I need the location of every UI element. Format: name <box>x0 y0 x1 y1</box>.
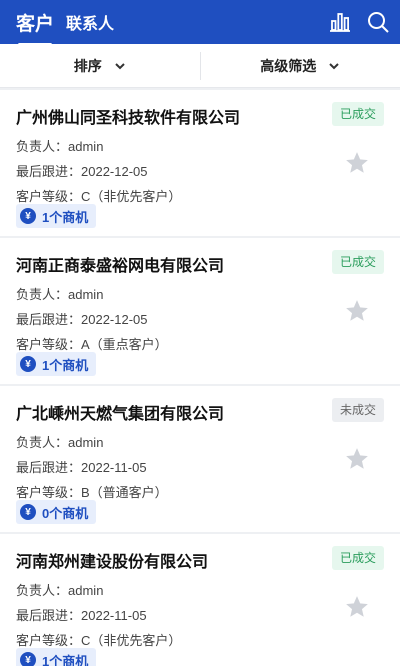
level-label: 客户等级： <box>16 189 82 204</box>
last-follow-line: 最后跟进：2022-12-05 <box>16 161 148 180</box>
customer-card[interactable]: 广北嵊州天燃气集团有限公司 未成交 负责人：admin 最后跟进：2022-11… <box>0 386 400 532</box>
advanced-filter-dropdown[interactable]: 高级筛选 <box>201 44 400 87</box>
last-follow-label: 最后跟进： <box>16 608 82 623</box>
level-line: 客户等级：A（重点客户） <box>16 334 168 353</box>
filter-bar: 排序 高级筛选 <box>0 44 400 88</box>
customer-list: 广州佛山同圣科技软件有限公司 已成交 负责人：admin 最后跟进：2022-1… <box>0 90 400 666</box>
customer-card[interactable]: 河南郑州建设股份有限公司 已成交 负责人：admin 最后跟进：2022-11-… <box>0 534 400 666</box>
owner-line: 负责人：admin <box>16 284 103 303</box>
star-icon[interactable] <box>344 446 370 472</box>
opportunity-badge[interactable]: ¥1个商机 <box>16 204 97 228</box>
opportunity-badge[interactable]: ¥0个商机 <box>16 500 97 524</box>
last-follow-line: 最后跟进：2022-12-05 <box>16 309 148 328</box>
last-follow-value: 2022-12-05 <box>81 312 148 327</box>
sort-dropdown[interactable]: 排序 <box>0 44 200 87</box>
level-label: 客户等级： <box>16 633 82 648</box>
owner-line: 负责人：admin <box>16 432 103 451</box>
last-follow-label: 最后跟进： <box>16 460 82 475</box>
yen-icon: ¥ <box>20 652 36 666</box>
owner-value: admin <box>68 583 104 598</box>
search-icon[interactable] <box>366 10 390 34</box>
tab-customers[interactable]: 客户 <box>16 9 54 46</box>
last-follow-line: 最后跟进：2022-11-05 <box>16 605 147 624</box>
owner-label: 负责人： <box>16 435 69 450</box>
sort-label: 排序 <box>73 57 102 74</box>
status-badge: 已成交 <box>331 250 384 274</box>
opportunity-count: 1个商机 <box>42 653 89 666</box>
company-name: 河南郑州建设股份有限公司 <box>16 554 209 571</box>
last-follow-line: 最后跟进：2022-11-05 <box>16 457 147 476</box>
opportunity-count: 1个商机 <box>42 209 89 225</box>
level-label: 客户等级： <box>16 485 82 500</box>
owner-line: 负责人：admin <box>16 580 103 599</box>
level-line: 客户等级：C（非优先客户） <box>16 630 181 649</box>
last-follow-label: 最后跟进： <box>16 164 82 179</box>
chevron-down-icon <box>329 62 339 69</box>
opportunity-count: 0个商机 <box>42 505 89 521</box>
level-value: C（非优先客户） <box>81 189 182 204</box>
owner-label: 负责人： <box>16 287 69 302</box>
customer-card[interactable]: 广州佛山同圣科技软件有限公司 已成交 负责人：admin 最后跟进：2022-1… <box>0 90 400 236</box>
level-line: 客户等级：C（非优先客户） <box>16 186 181 205</box>
company-name: 广北嵊州天燃气集团有限公司 <box>16 406 225 423</box>
star-icon[interactable] <box>344 150 370 176</box>
level-value: B（普通客户） <box>81 485 168 500</box>
last-follow-value: 2022-11-05 <box>81 608 147 623</box>
level-line: 客户等级：B（普通客户） <box>16 482 168 501</box>
star-icon[interactable] <box>344 298 370 324</box>
owner-value: admin <box>68 287 104 302</box>
last-follow-value: 2022-12-05 <box>81 164 148 179</box>
owner-line: 负责人：admin <box>16 136 103 155</box>
last-follow-label: 最后跟进： <box>16 312 82 327</box>
star-icon[interactable] <box>344 594 370 620</box>
opportunity-count: 1个商机 <box>42 357 89 373</box>
tab-contacts[interactable]: 联系人 <box>66 10 114 34</box>
status-badge: 未成交 <box>331 398 384 422</box>
customer-card[interactable]: 河南正商泰盛裕网电有限公司 已成交 负责人：admin 最后跟进：2022-12… <box>0 238 400 384</box>
status-badge: 已成交 <box>331 102 384 126</box>
opportunity-badge[interactable]: ¥1个商机 <box>16 648 97 666</box>
level-label: 客户等级： <box>16 337 82 352</box>
owner-label: 负责人： <box>16 139 69 154</box>
level-value: C（非优先客户） <box>81 633 182 648</box>
company-name: 广州佛山同圣科技软件有限公司 <box>16 110 241 127</box>
advanced-filter-label: 高级筛选 <box>260 57 317 74</box>
level-value: A（重点客户） <box>81 337 168 352</box>
owner-value: admin <box>68 435 104 450</box>
bar-chart-icon[interactable] <box>328 10 352 34</box>
chevron-down-icon <box>115 62 125 69</box>
status-badge: 已成交 <box>331 546 384 570</box>
owner-value: admin <box>68 139 104 154</box>
owner-label: 负责人： <box>16 583 69 598</box>
yen-icon: ¥ <box>20 504 36 520</box>
last-follow-value: 2022-11-05 <box>81 460 147 475</box>
company-name: 河南正商泰盛裕网电有限公司 <box>16 258 225 275</box>
top-bar: 客户 联系人 <box>0 0 400 46</box>
opportunity-badge[interactable]: ¥1个商机 <box>16 352 97 376</box>
yen-icon: ¥ <box>20 208 36 224</box>
yen-icon: ¥ <box>20 356 36 372</box>
header-actions <box>328 10 390 34</box>
